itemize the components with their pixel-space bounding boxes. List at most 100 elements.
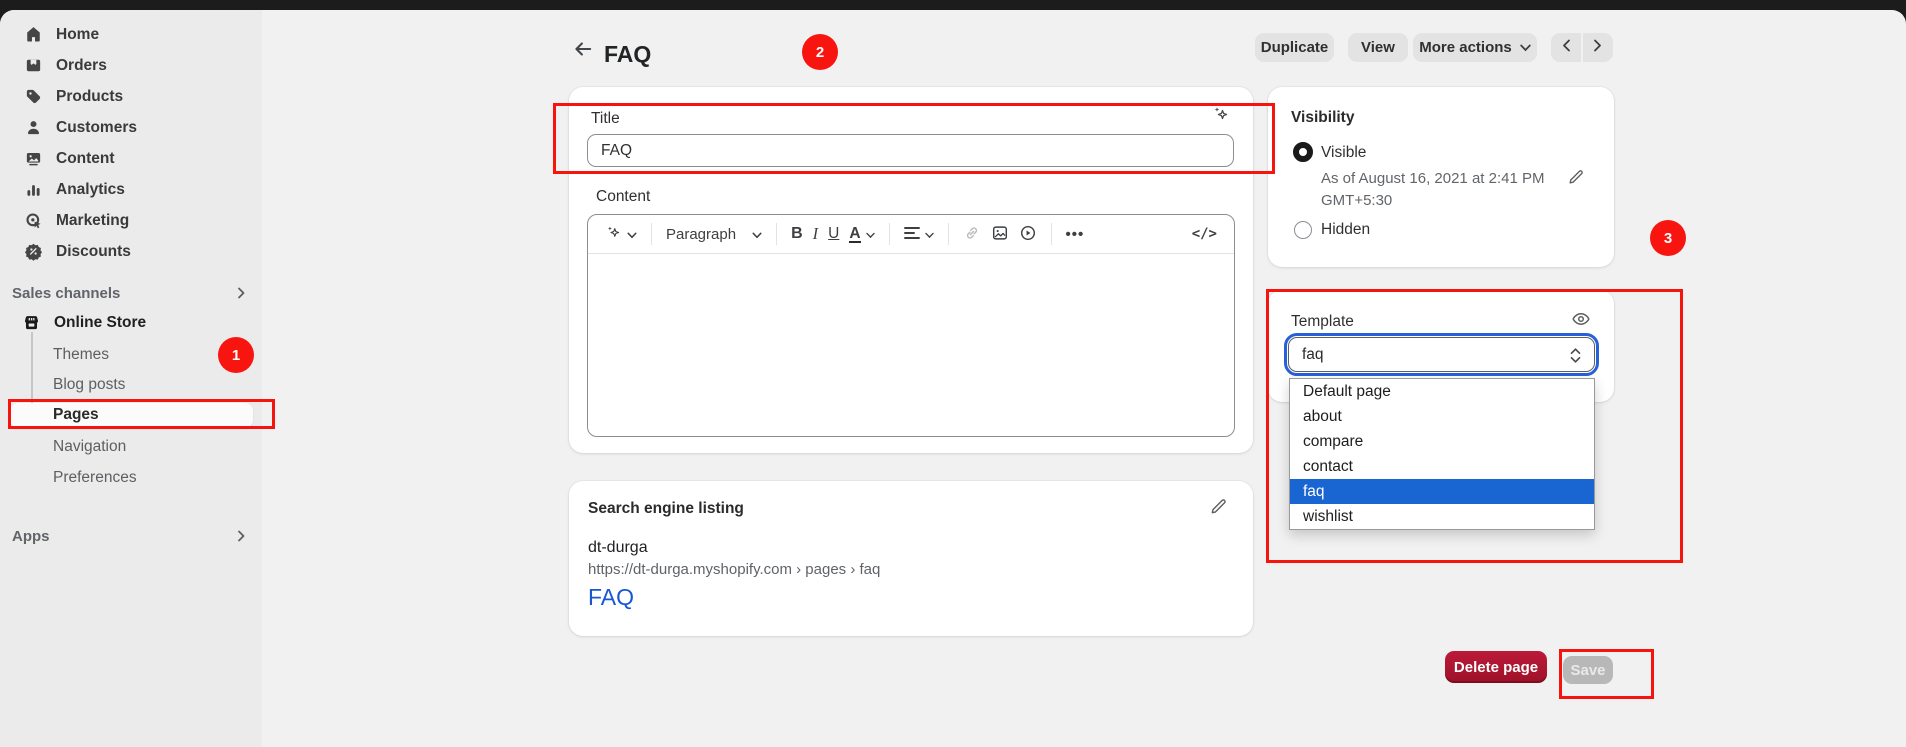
bold-button[interactable]: B — [786, 221, 808, 247]
insert-image-button[interactable] — [986, 220, 1014, 249]
seo-card: Search engine listing dt-durga https://d… — [569, 481, 1253, 636]
hidden-radio[interactable] — [1294, 221, 1312, 239]
sidebar-item-label: Products — [56, 88, 123, 106]
content-icon — [24, 149, 43, 168]
edit-pencil-icon[interactable] — [1567, 168, 1585, 191]
align-left-icon — [904, 226, 920, 243]
next-page-button[interactable] — [1583, 33, 1613, 62]
sidebar-item-navigation[interactable]: Navigation — [53, 438, 126, 456]
chevron-down-icon — [925, 227, 934, 242]
chevron-down-icon — [627, 227, 637, 242]
sidebar-item-themes[interactable]: Themes — [53, 346, 109, 364]
title-field-label: Title — [591, 110, 620, 128]
visible-radio[interactable] — [1293, 142, 1313, 162]
template-option-contact[interactable]: contact — [1290, 454, 1594, 479]
title-input[interactable] — [587, 134, 1234, 167]
seo-page-title-link[interactable]: FAQ — [588, 584, 634, 611]
editor-toolbar: Paragraph B I U A — [588, 215, 1234, 254]
sidebar-item-discounts[interactable]: Discounts — [0, 236, 262, 267]
image-icon — [991, 224, 1009, 245]
italic-button[interactable]: I — [808, 220, 824, 248]
toolbar-divider — [1051, 223, 1052, 245]
topbar — [0, 0, 1906, 10]
seo-url: https://dt-durga.myshopify.com › pages ›… — [588, 561, 880, 578]
paragraph-style-dropdown[interactable]: Paragraph — [661, 222, 767, 247]
sidebar-item-home[interactable]: Home — [0, 19, 262, 50]
magic-sparkle-icon — [605, 224, 622, 244]
template-select-value: faq — [1302, 346, 1324, 364]
template-option-wishlist[interactable]: wishlist — [1290, 504, 1594, 529]
template-option-faq[interactable]: faq — [1290, 479, 1594, 504]
prev-page-button[interactable] — [1551, 33, 1581, 62]
sidebar-item-orders[interactable]: Orders — [0, 50, 262, 81]
insert-link-button[interactable] — [958, 220, 986, 249]
sidebar-item-products[interactable]: Products — [0, 81, 262, 112]
customers-icon — [24, 118, 43, 137]
underline-button[interactable]: U — [823, 221, 844, 247]
sidebar-item-label: Customers — [56, 119, 137, 137]
template-dropdown-list: Default page about compare contact faq w… — [1289, 378, 1595, 530]
chevron-down-icon — [1520, 39, 1531, 56]
back-arrow-icon[interactable] — [572, 38, 594, 65]
insert-video-button[interactable] — [1014, 220, 1042, 249]
hidden-radio-label: Hidden — [1321, 221, 1370, 239]
template-option-about[interactable]: about — [1290, 404, 1594, 429]
analytics-icon — [24, 180, 43, 199]
duplicate-button[interactable]: Duplicate — [1255, 33, 1334, 62]
edit-pencil-icon[interactable] — [1209, 497, 1228, 521]
sidebar-item-label: Analytics — [56, 181, 125, 199]
sidebar-item-marketing[interactable]: Marketing — [0, 205, 262, 236]
delete-page-button[interactable]: Delete page — [1445, 651, 1547, 683]
products-icon — [24, 87, 43, 106]
alignment-button[interactable] — [899, 222, 939, 247]
visibility-date-line2: GMT+5:30 — [1321, 192, 1392, 209]
editor-body[interactable] — [588, 254, 1234, 437]
sidebar-item-pages[interactable]: Pages — [10, 403, 253, 428]
sidebar-item-blog-posts[interactable]: Blog posts — [53, 376, 125, 394]
store-icon — [22, 313, 41, 332]
view-button[interactable]: View — [1348, 33, 1408, 62]
annotation-circle-2: 2 — [802, 34, 838, 70]
seo-card-title: Search engine listing — [588, 500, 744, 518]
marketing-icon — [24, 211, 43, 230]
template-option-compare[interactable]: compare — [1290, 429, 1594, 454]
select-updown-icon — [1569, 347, 1582, 369]
sidebar-item-analytics[interactable]: Analytics — [0, 174, 262, 205]
visibility-card: Visibility Visible As of August 16, 2021… — [1268, 87, 1614, 267]
sidebar-item-customers[interactable]: Customers — [0, 112, 262, 143]
chevron-right-icon[interactable] — [234, 286, 248, 305]
chevron-down-icon — [752, 227, 762, 242]
more-actions-button[interactable]: More actions — [1413, 33, 1537, 62]
save-button[interactable]: Save — [1563, 656, 1613, 684]
sidebar-item-content[interactable]: Content — [0, 143, 262, 174]
code-view-button[interactable]: </> — [1187, 222, 1222, 246]
text-color-button[interactable]: A — [844, 222, 879, 247]
visibility-date-line1: As of August 16, 2021 at 2:41 PM — [1321, 170, 1544, 187]
rich-text-editor[interactable]: Paragraph B I U A — [587, 214, 1235, 437]
toolbar-divider — [776, 223, 777, 245]
sidebar-item-preferences[interactable]: Preferences — [53, 469, 137, 487]
template-select[interactable]: faq — [1288, 337, 1595, 372]
chevron-right-icon — [1593, 39, 1602, 56]
template-option-default-page[interactable]: Default page — [1290, 379, 1594, 404]
annotation-circle-1: 1 — [218, 337, 254, 373]
preview-eye-icon[interactable] — [1571, 309, 1591, 334]
chevron-left-icon — [1562, 39, 1571, 56]
page-title: FAQ — [604, 41, 651, 68]
magic-sparkle-icon[interactable] — [1210, 104, 1230, 129]
sidebar-item-label: Home — [56, 26, 99, 44]
sidebar-item-label: Orders — [56, 57, 107, 75]
sidebar-item-label: Discounts — [56, 243, 131, 261]
chevron-down-icon — [866, 227, 875, 242]
chevron-right-icon[interactable] — [234, 529, 248, 548]
more-tools-button[interactable]: ••• — [1061, 222, 1090, 247]
visibility-card-title: Visibility — [1291, 109, 1354, 127]
magic-sparkle-button[interactable] — [600, 220, 642, 248]
sidebar-item-label: Online Store — [54, 314, 146, 332]
sidebar-item-label: Content — [56, 150, 115, 168]
app-frame: Home Orders Products Customers Content A… — [0, 10, 1906, 747]
visible-radio-label: Visible — [1321, 144, 1366, 162]
title-content-card: Title Content Paragraph B I U — [569, 87, 1253, 453]
sidebar-item-label: Pages — [53, 406, 99, 424]
toolbar-divider — [651, 223, 652, 245]
